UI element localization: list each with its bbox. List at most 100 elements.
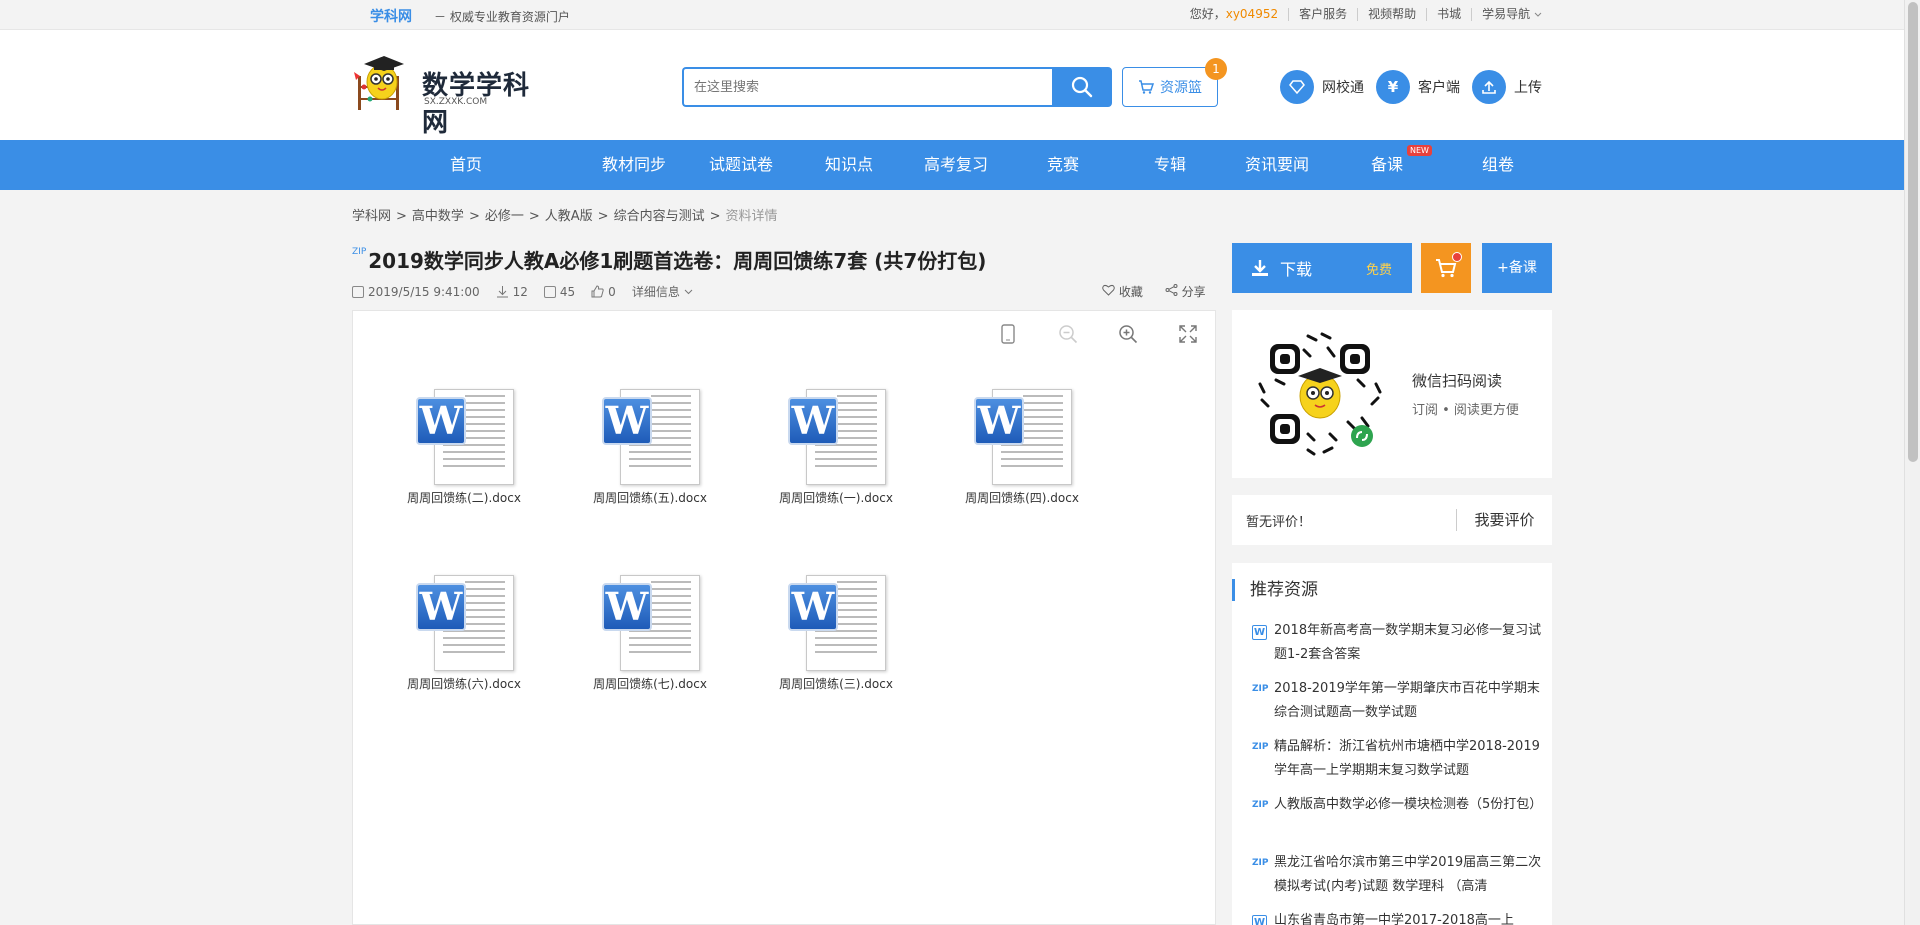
search-button[interactable] [1052, 67, 1112, 107]
zip-file-icon: ZIP [1252, 800, 1269, 810]
nav-item-gaokao[interactable]: 高考复习 [916, 140, 996, 190]
doc-date: 2019/5/15 9:41:00 [352, 285, 480, 299]
view-count-icon [543, 285, 556, 298]
qr-title: 微信扫码阅读 [1412, 372, 1503, 390]
word-doc-icon: W [600, 575, 700, 673]
word-doc-icon: W [600, 389, 700, 487]
file-item[interactable]: W 周周回馈练(四).docx [957, 389, 1087, 506]
upload-link[interactable]: 上传 [1472, 70, 1542, 104]
nav-item-home[interactable]: 首页 [426, 140, 506, 190]
doc-views: 45 [543, 285, 575, 299]
top-link-service[interactable]: 客户服务 [1289, 8, 1359, 21]
word-doc-icon: W [786, 389, 886, 487]
top-link-bookstore[interactable]: 书城 [1427, 8, 1473, 21]
new-badge: NEW [1407, 145, 1432, 156]
breadcrumb: 学科网 > 高中数学 > 必修一 > 人教A版 > 综合内容与测试 > 资料详情 [352, 209, 778, 224]
upload-label: 上传 [1514, 80, 1542, 96]
brand-link[interactable]: 学科网 [370, 6, 412, 26]
yuan-icon: ¥ [1376, 70, 1410, 104]
slogan: － 权威专业教育资源门户 [434, 10, 570, 24]
nav-item-news[interactable]: 资讯要闻 [1237, 140, 1317, 190]
file-name: 周周回馈练(五).docx [593, 491, 707, 505]
mascot-logo-icon [354, 56, 404, 110]
nav-item-contest[interactable]: 竞赛 [1023, 140, 1103, 190]
nav-item-papers[interactable]: 试题试卷 [701, 140, 781, 190]
recommended-item[interactable]: ZIP 精品解析：浙江省杭州市塘栖中学2018-2019学年高一上学期期末复习数学… [1252, 735, 1542, 793]
recommended-list: W 2018年新高考高一数学期末复习必修一复习试题1-2套含答案 ZIP 2018-… [1252, 619, 1542, 925]
file-item[interactable]: W 周周回馈练(三).docx [771, 575, 901, 692]
zoom-out-icon[interactable] [1057, 323, 1079, 345]
page-scrollbar[interactable] [1904, 0, 1920, 925]
details-dropdown[interactable]: 详细信息 [632, 283, 693, 300]
doc-meta: 2019/5/15 9:41:00 12 45 0 详细信息 [352, 283, 693, 300]
nav-item-knowledge[interactable]: 知识点 [809, 140, 889, 190]
resource-basket-button[interactable]: 资源篮 1 [1122, 58, 1227, 107]
prep-lesson-button[interactable]: +备课 [1482, 243, 1552, 293]
top-bar: 学科网 － 权威专业教育资源门户 您好，xy04952 客户服务 视频帮助 书城… [0, 0, 1904, 30]
breadcrumb-link[interactable]: 综合内容与测试 [614, 209, 705, 224]
file-item[interactable]: W 周周回馈练(一).docx [771, 389, 901, 506]
fullscreen-icon[interactable] [1177, 323, 1199, 345]
recommended-item[interactable]: W 2018年新高考高一数学期末复习必修一复习试题1-2套含答案 [1252, 619, 1542, 677]
top-links: 您好，xy04952 客户服务 视频帮助 书城 学易导航 [1180, 8, 1552, 21]
search-input[interactable] [682, 67, 1052, 107]
top-link-video-help[interactable]: 视频帮助 [1358, 8, 1428, 21]
word-file-icon: W [1252, 625, 1267, 640]
nav-item-album[interactable]: 专辑 [1130, 140, 1210, 190]
client-label: 客户端 [1418, 80, 1460, 96]
favorite-button[interactable]: 收藏 [1102, 283, 1143, 300]
breadcrumb-link[interactable]: 人教A版 [545, 209, 593, 224]
recommended-item-title: 2018年新高考高一数学期末复习必修一复习试题1-2套含答案 [1274, 623, 1542, 662]
recommended-item[interactable]: ZIP 人教版高中数学必修一模块检测卷（5份打包） [1252, 793, 1542, 851]
breadcrumb-link[interactable]: 必修一 [485, 209, 524, 224]
wangxiaotong-link[interactable]: 网校通 [1280, 70, 1364, 104]
share-button[interactable]: 分享 [1165, 283, 1206, 300]
username-link[interactable]: xy04952 [1226, 7, 1278, 21]
document-preview: W 周周回馈练(二).docx W 周周回馈练(五).docx W 周周回馈练(… [352, 310, 1216, 925]
recommended-item[interactable]: ZIP 黑龙江省哈尔滨市第三中学2019届高三第二次模拟考试(内考)试题 数学理科… [1252, 851, 1542, 909]
chevron-down-icon [1534, 12, 1542, 17]
write-review-button[interactable]: 我要评价 [1456, 509, 1552, 531]
cart-plus-badge [1452, 252, 1462, 262]
recommended-item-title: 精品解析：浙江省杭州市塘栖中学2018-2019学年高一上学期期末复习数学试题 [1274, 739, 1540, 778]
scrollbar-thumb[interactable] [1908, 2, 1918, 462]
breadcrumb-link[interactable]: 学科网 [352, 209, 391, 224]
client-link[interactable]: ¥ 客户端 [1376, 70, 1460, 104]
zip-file-icon: ZIP [1252, 742, 1269, 752]
word-doc-icon: W [786, 575, 886, 673]
file-name: 周周回馈练(四).docx [965, 491, 1079, 505]
zip-file-icon: ZIP [1252, 858, 1269, 868]
file-name: 周周回馈练(七).docx [593, 677, 707, 691]
file-item[interactable]: W 周周回馈练(六).docx [399, 575, 529, 692]
top-link-nav[interactable]: 学易导航 [1472, 8, 1552, 21]
main-nav: 首页 教材同步 试题试卷 知识点 高考复习 竞赛 专辑 资讯要闻 备课 NEW … [0, 140, 1904, 190]
download-count-icon [496, 286, 508, 298]
file-item[interactable]: W 周周回馈练(七).docx [585, 575, 715, 692]
add-to-cart-button[interactable] [1421, 243, 1471, 293]
file-name: 周周回馈练(一).docx [779, 491, 893, 505]
nav-item-textbook[interactable]: 教材同步 [594, 140, 674, 190]
zoom-in-icon[interactable] [1117, 323, 1139, 345]
user-greeting: 您好，xy04952 [1180, 7, 1290, 21]
wangxiaotong-label: 网校通 [1322, 80, 1364, 96]
upload-icon [1472, 70, 1506, 104]
search-bar [682, 67, 1112, 107]
doc-downloads: 12 [496, 285, 528, 299]
breadcrumb-link[interactable]: 高中数学 [412, 209, 464, 224]
recommended-panel: 推荐资源 W 2018年新高考高一数学期末复习必修一复习试题1-2套含答案 ZIP… [1232, 563, 1552, 925]
site-logo[interactable]: 数学学科网 SX.ZXXK.COM [352, 52, 552, 138]
chevron-down-icon [684, 289, 693, 294]
download-label: 下载 [1280, 260, 1313, 279]
mobile-view-icon[interactable] [997, 323, 1019, 345]
download-button[interactable]: 下载 免费 [1232, 243, 1412, 293]
recommended-item[interactable]: W 山东省青岛市第一中学2017-2018高一上 [1252, 909, 1542, 925]
file-name: 周周回馈练(三).docx [779, 677, 893, 691]
file-item[interactable]: W 周周回馈练(五).docx [585, 389, 715, 506]
nav-item-compose[interactable]: 组卷 [1458, 140, 1538, 190]
preview-toolbar [997, 323, 1199, 345]
recommended-item[interactable]: ZIP 2018-2019学年第一学期肇庆市百花中学期末综合测试题高一数学试题 [1252, 677, 1542, 735]
doc-likes[interactable]: 0 [591, 285, 616, 299]
basket-count-badge: 1 [1205, 58, 1227, 80]
file-item[interactable]: W 周周回馈练(二).docx [399, 389, 529, 506]
heart-icon [1102, 284, 1115, 296]
